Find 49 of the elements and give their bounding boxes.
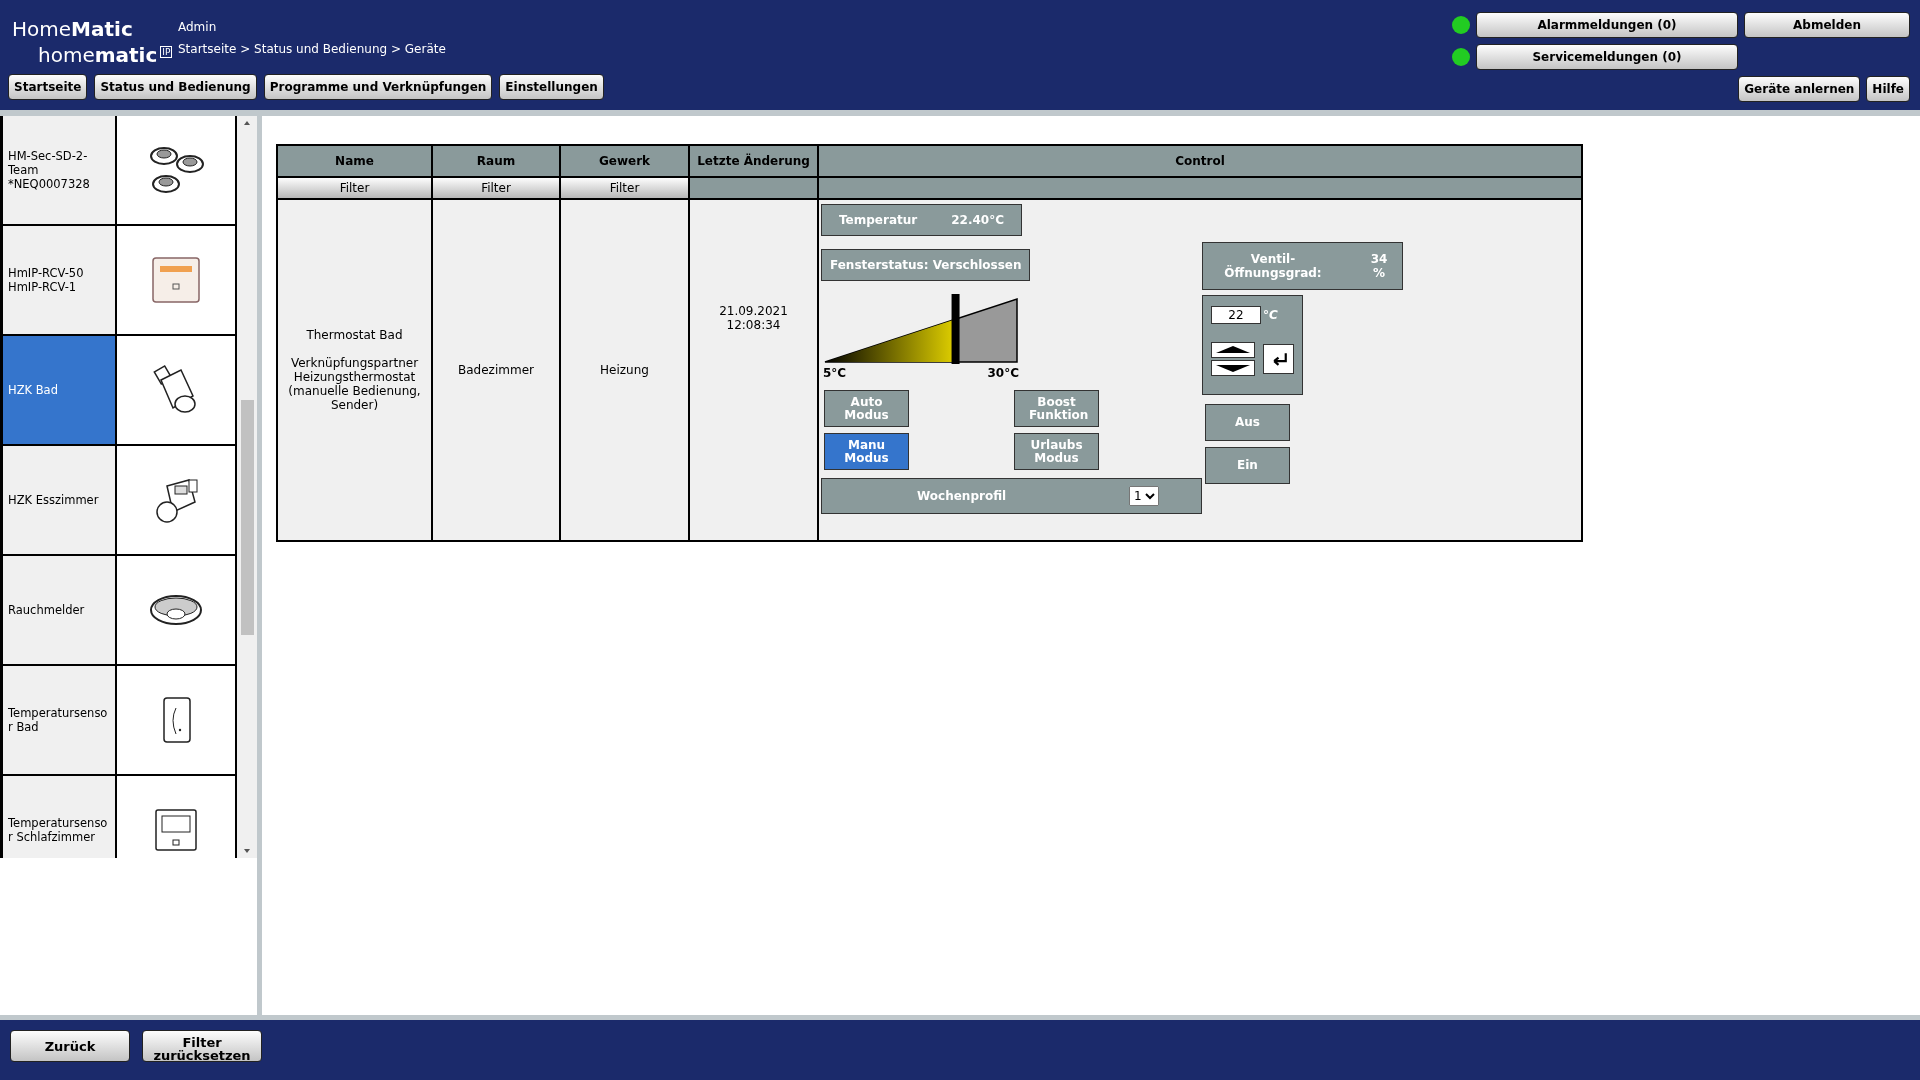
profile-select[interactable]: 1 bbox=[1129, 486, 1159, 506]
device-item[interactable]: Temperatursensor Bad bbox=[0, 666, 117, 774]
footer-button[interactable]: Filter zurücksetzen bbox=[142, 1030, 262, 1062]
logo-text: homematic bbox=[38, 42, 158, 68]
breadcrumb: Startseite > Status und Bedienung > Geräte bbox=[178, 42, 446, 56]
nav-button[interactable]: Programme und Verknüpfungen bbox=[263, 74, 493, 100]
wall-thermostat-icon bbox=[152, 806, 200, 854]
user-name: Admin bbox=[178, 20, 218, 34]
column-header: Raum bbox=[432, 145, 560, 177]
logo-badge: IP bbox=[160, 46, 173, 58]
device-item[interactable]: HM-Sec-SD-2-Team *NEQ0007328 bbox=[0, 116, 117, 224]
alarm-button[interactable]: Alarmmeldungen (0) bbox=[1476, 12, 1738, 38]
mode-button[interactable]: Manu Modus bbox=[824, 433, 909, 470]
setpoint-field[interactable]: 22 bbox=[1211, 306, 1261, 324]
device-item[interactable]: Temperatursensor Schlafzimmer bbox=[0, 776, 117, 858]
valve-opening: Ventil-Öffnungsgrad: 34 % bbox=[1202, 242, 1403, 290]
window-status: Fensterstatus: Verschlossen bbox=[821, 249, 1030, 281]
temperature-display: Temperatur 22.40°C bbox=[821, 204, 1022, 236]
filter-button[interactable]: Filter bbox=[278, 178, 431, 198]
week-profile: Wochenprofil 1 bbox=[821, 478, 1202, 514]
device-item[interactable]: HmIP-RCV-50 HmIP-RCV-1 bbox=[0, 226, 117, 334]
help-button[interactable]: Hilfe bbox=[1866, 76, 1910, 102]
nav-button[interactable]: Einstellungen bbox=[499, 74, 604, 100]
nav-button[interactable]: Startseite bbox=[8, 74, 88, 100]
footer-button[interactable]: Zurück bbox=[10, 1030, 130, 1062]
column-header: Control bbox=[818, 145, 1582, 177]
table-cell: Heizung bbox=[600, 363, 649, 377]
logo-text: HomeMatic bbox=[12, 16, 133, 42]
nav-button[interactable]: Status und Bedienung bbox=[94, 74, 257, 100]
column-header: Gewerk bbox=[560, 145, 689, 177]
filter-button[interactable]: Filter bbox=[433, 178, 559, 198]
column-header: Letzte Änderung bbox=[689, 145, 818, 177]
device-item[interactable]: HZK Bad bbox=[0, 336, 117, 444]
filter-button[interactable]: Filter bbox=[561, 178, 688, 198]
table-cell: Badezimmer bbox=[458, 363, 534, 377]
max-label: 30°C bbox=[987, 366, 1019, 380]
timestamp: 21.09.2021 12:08:34 bbox=[718, 304, 789, 332]
min-label: 5°C bbox=[823, 366, 847, 380]
learn-devices-button[interactable]: Geräte anlernen bbox=[1738, 76, 1861, 102]
unit-label: °C bbox=[1263, 308, 1278, 322]
device-item[interactable]: HZK Esszimmer bbox=[0, 446, 117, 554]
device-name: Thermostat Bad bbox=[306, 328, 403, 342]
service-button[interactable]: Servicemeldungen (0) bbox=[1476, 44, 1738, 70]
scrollbar-thumb[interactable] bbox=[240, 400, 254, 635]
column-header: Name bbox=[277, 145, 432, 177]
device-description: Verknüpfungspartner Heizungsthermostat (manuelle Bedienung, Sender) bbox=[288, 356, 421, 412]
enter-icon[interactable] bbox=[1263, 344, 1294, 374]
device-item[interactable]: Rauchmelder bbox=[0, 556, 117, 664]
logout-button[interactable]: Abmelden bbox=[1744, 12, 1910, 38]
